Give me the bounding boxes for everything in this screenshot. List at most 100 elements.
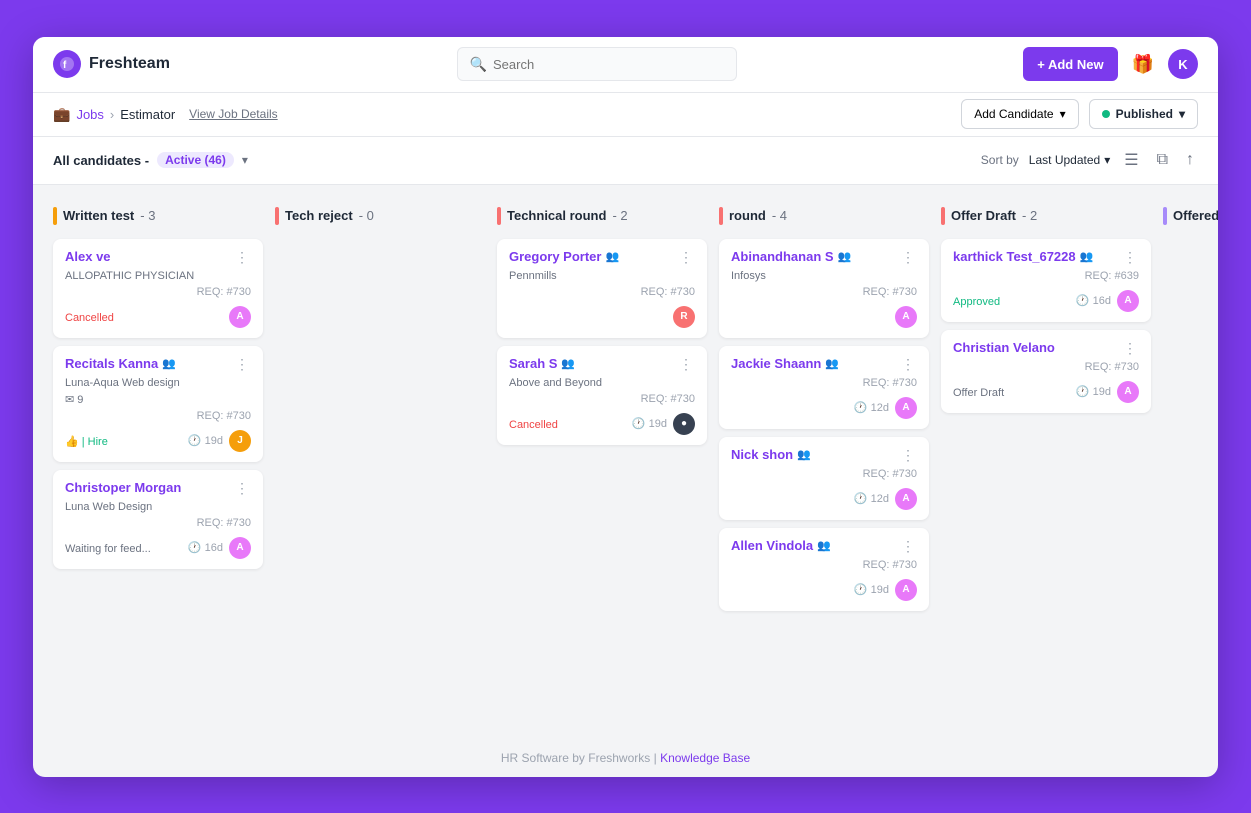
candidate-name[interactable]: Christian Velano	[953, 340, 1055, 355]
card-more-button[interactable]: ⋮	[1121, 249, 1139, 266]
card-footer-right: 🕐 19d ●	[632, 413, 695, 435]
column-header-written-test: Written test - 3	[53, 201, 263, 231]
team-icon: 👥	[838, 250, 852, 263]
card-company: Pennmills	[509, 270, 695, 282]
candidate-name[interactable]: Allen Vindola 👥	[731, 538, 831, 553]
add-new-button[interactable]: + Add New	[1023, 47, 1117, 81]
candidate-name[interactable]: Christoper Morgan	[65, 480, 181, 495]
card-status-area: Cancelled	[65, 308, 114, 326]
card-footer: Approved 🕐 16d A	[953, 290, 1139, 312]
candidate-name[interactable]: karthick Test_67228 👥	[953, 249, 1093, 264]
card-top: Christoper Morgan ⋮	[65, 480, 251, 497]
card-top: Recitals Kanna 👥 ⋮	[65, 356, 251, 373]
logo-icon: f	[53, 50, 81, 78]
table-row: Christian Velano ⋮ REQ: #730 Offer Draft…	[941, 330, 1151, 413]
card-footer-right: 🕐 16d A	[188, 537, 251, 559]
card-more-button[interactable]: ⋮	[1121, 340, 1139, 357]
card-company: Luna Web Design	[65, 501, 251, 513]
search-input[interactable]	[493, 57, 724, 72]
column-title: Offered	[1173, 208, 1218, 223]
avatar: A	[895, 397, 917, 419]
table-row: Nick shon 👥 ⋮ REQ: #730 🕐 12d A	[719, 437, 929, 520]
card-footer: Offer Draft 🕐 19d A	[953, 381, 1139, 403]
candidate-name[interactable]: Nick shon 👥	[731, 447, 811, 462]
list-view-button[interactable]: ☰	[1120, 146, 1142, 174]
breadcrumb-current: Estimator	[120, 107, 175, 122]
time-label: 🕐 16d	[1076, 294, 1111, 307]
published-button[interactable]: Published ▾	[1089, 99, 1198, 129]
kanban-board: Written test - 3 Alex ve ⋮ ALLOPATHIC PH…	[33, 185, 1218, 739]
sort-by-label: Sort by	[981, 153, 1019, 167]
card-req: REQ: #730	[953, 361, 1139, 373]
card-more-button[interactable]: ⋮	[677, 249, 695, 266]
team-icon: 👥	[605, 250, 619, 263]
team-icon: 👥	[797, 448, 811, 461]
card-footer: 🕐 19d A	[731, 579, 917, 601]
card-req: REQ: #730	[731, 559, 917, 571]
card-more-button[interactable]: ⋮	[899, 249, 917, 266]
card-footer-right: 🕐 16d A	[1076, 290, 1139, 312]
column-count: - 4	[772, 208, 787, 223]
time-label: 🕐 16d	[188, 541, 223, 554]
card-company: ALLOPATHIC PHYSICIAN	[65, 270, 251, 282]
card-more-button[interactable]: ⋮	[233, 480, 251, 497]
avatar: A	[229, 537, 251, 559]
column-indicator	[497, 207, 501, 225]
add-candidate-button[interactable]: Add Candidate ▾	[961, 99, 1078, 129]
header-actions: + Add New 🎁 K	[1023, 47, 1198, 81]
card-status: Cancelled	[509, 419, 558, 431]
breadcrumb-jobs-link[interactable]: Jobs	[76, 107, 103, 122]
avatar: R	[673, 306, 695, 328]
table-row: Sarah S 👥 ⋮ Above and Beyond REQ: #730 C…	[497, 346, 707, 445]
card-top: Allen Vindola 👥 ⋮	[731, 538, 917, 555]
card-more-button[interactable]: ⋮	[233, 356, 251, 373]
card-footer-right: 🕐 12d A	[854, 397, 917, 419]
candidate-name[interactable]: Recitals Kanna 👥	[65, 356, 176, 371]
column-count: - 2	[1022, 208, 1037, 223]
candidate-name[interactable]: Gregory Porter 👥	[509, 249, 619, 264]
candidate-name[interactable]: Abinandhanan S 👥	[731, 249, 851, 264]
logo-text: Freshteam	[89, 55, 170, 73]
card-more-button[interactable]: ⋮	[899, 447, 917, 464]
card-top: Sarah S 👥 ⋮	[509, 356, 695, 373]
card-more-button[interactable]: ⋮	[233, 249, 251, 266]
card-status: Offer Draft	[953, 387, 1004, 399]
column-title: Offer Draft	[951, 208, 1016, 223]
card-status-area: Offer Draft	[953, 383, 1004, 401]
card-footer-right: A	[229, 306, 251, 328]
candidate-name[interactable]: Alex ve	[65, 249, 111, 264]
knowledge-base-link[interactable]: Knowledge Base	[660, 751, 750, 765]
card-company: Luna-Aqua Web design	[65, 377, 251, 389]
card-footer: R	[509, 306, 695, 328]
breadcrumb: 💼 Jobs › Estimator View Job Details	[53, 106, 953, 123]
user-avatar[interactable]: K	[1168, 49, 1198, 79]
sort-field-button[interactable]: Last Updated ▾	[1029, 153, 1110, 167]
card-more-button[interactable]: ⋮	[899, 356, 917, 373]
view-job-details-link[interactable]: View Job Details	[189, 107, 278, 121]
card-more-button[interactable]: ⋮	[677, 356, 695, 373]
team-icon: 👥	[561, 357, 575, 370]
toolbar-right: Sort by Last Updated ▾ ☰ ⧉ ↑	[981, 146, 1198, 174]
column-count: - 3	[140, 208, 155, 223]
card-more-button[interactable]: ⋮	[899, 538, 917, 555]
candidate-name[interactable]: Sarah S 👥	[509, 356, 575, 371]
card-req: REQ: #730	[731, 468, 917, 480]
card-footer: A	[731, 306, 917, 328]
active-badge: Active (46)	[157, 152, 234, 168]
card-req: REQ: #730	[65, 286, 251, 298]
search-input-wrap[interactable]: 🔍	[457, 47, 737, 81]
card-top: Alex ve ⋮	[65, 249, 251, 266]
card-footer: Waiting for feed... 🕐 16d A	[65, 537, 251, 559]
candidate-name[interactable]: Jackie Shaann 👥	[731, 356, 839, 371]
export-button[interactable]: ↑	[1182, 147, 1198, 173]
card-status: Waiting for feed...	[65, 543, 151, 555]
card-status: Cancelled	[65, 312, 114, 324]
candidates-dropdown-icon[interactable]: ▾	[242, 153, 248, 167]
card-req: REQ: #730	[731, 377, 917, 389]
card-req: REQ: #730	[509, 393, 695, 405]
filter-button[interactable]: ⧉	[1153, 147, 1172, 173]
gift-icon-button[interactable]: 🎁	[1128, 50, 1158, 79]
card-status-area: Waiting for feed...	[65, 539, 151, 557]
column-tech-reject: Tech reject - 0	[275, 201, 485, 723]
jobs-icon: 💼	[53, 106, 70, 123]
